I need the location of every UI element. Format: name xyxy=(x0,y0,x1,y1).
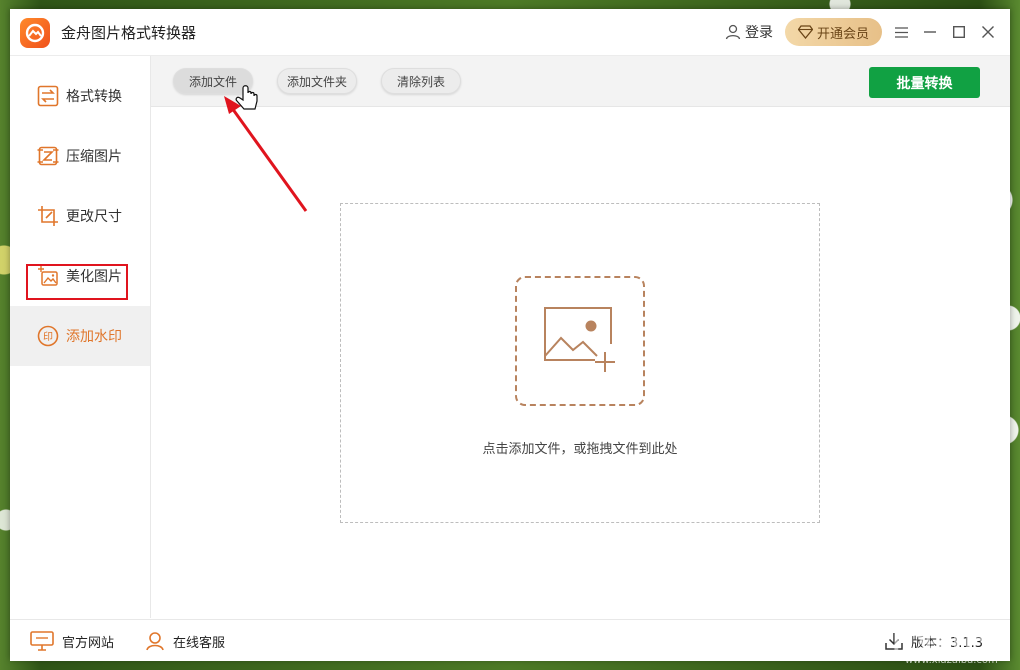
swap-arrows-icon xyxy=(37,85,59,107)
sidebar-item-beautify[interactable]: 美化图片 xyxy=(10,246,150,306)
sidebar-item-label: 美化图片 xyxy=(66,269,122,285)
add-folder-button[interactable]: 添加文件夹 xyxy=(277,68,357,94)
app-title: 金舟图片格式转换器 xyxy=(61,24,197,42)
user-icon xyxy=(725,24,741,40)
website-label: 官方网站 xyxy=(62,635,115,651)
toolbar: 添加文件 添加文件夹 清除列表 批量转换 xyxy=(151,56,1010,107)
maximize-button[interactable] xyxy=(949,22,969,42)
diamond-icon xyxy=(797,25,813,39)
sidebar-item-label: 压缩图片 xyxy=(66,149,122,165)
vip-button[interactable]: 开通会员 xyxy=(785,18,882,46)
title-bar: 金舟图片格式转换器 登录 开通会员 xyxy=(10,9,1010,56)
sidebar: 格式转换 压缩图片 更改尺寸 美化图片 印 添加水印 xyxy=(10,56,151,618)
drop-hint-text: 点击添加文件，或拖拽文件到此处 xyxy=(482,442,678,457)
minimize-icon xyxy=(924,31,936,33)
sidebar-item-compress[interactable]: 压缩图片 xyxy=(10,126,150,186)
maximize-icon xyxy=(953,26,965,38)
sidebar-item-label: 添加水印 xyxy=(66,329,122,345)
version-label: 版本：3.1.3 xyxy=(911,635,984,651)
resize-crop-icon xyxy=(38,206,58,226)
sidebar-item-format-convert[interactable]: 格式转换 xyxy=(10,66,150,126)
version-info: 版本：3.1.3 xyxy=(885,630,983,652)
support-label: 在线客服 xyxy=(173,635,226,651)
official-website-link[interactable]: 官方网站 xyxy=(30,630,114,652)
add-file-button[interactable]: 添加文件 xyxy=(173,68,253,94)
beautify-image-icon xyxy=(38,266,58,286)
sidebar-item-resize[interactable]: 更改尺寸 xyxy=(10,186,150,246)
footer: 官方网站 在线客服 版本：3.1.3 xyxy=(10,619,1010,661)
sidebar-item-watermark[interactable]: 印 添加水印 xyxy=(10,306,150,366)
minimize-button[interactable] xyxy=(920,22,940,42)
download-icon xyxy=(885,633,903,650)
watermark-stamp-icon: 印 xyxy=(37,325,59,347)
clear-list-button[interactable]: 清除列表 xyxy=(381,68,461,94)
close-icon xyxy=(982,26,994,38)
sidebar-item-label: 更改尺寸 xyxy=(66,209,122,225)
app-window: 金舟图片格式转换器 登录 开通会员 格式转换 压缩图片 更改尺寸 美化图片 印 … xyxy=(10,9,1010,661)
close-button[interactable] xyxy=(978,22,998,42)
compress-icon xyxy=(37,146,59,166)
svg-text:印: 印 xyxy=(43,331,53,343)
menu-icon xyxy=(894,26,908,38)
sidebar-item-label: 格式转换 xyxy=(66,89,122,105)
login-button[interactable]: 登录 xyxy=(725,22,773,42)
menu-button[interactable] xyxy=(891,22,911,42)
batch-convert-button[interactable]: 批量转换 xyxy=(869,67,980,98)
app-logo-icon xyxy=(20,18,50,48)
file-drop-zone[interactable]: 点击添加文件，或拖拽文件到此处 xyxy=(340,203,820,523)
vip-label: 开通会员 xyxy=(816,26,869,42)
add-image-placeholder[interactable] xyxy=(515,276,645,406)
online-support-link[interactable]: 在线客服 xyxy=(145,630,225,652)
customer-service-icon xyxy=(146,632,164,651)
add-image-icon xyxy=(544,307,615,372)
monitor-icon xyxy=(30,631,54,651)
login-label: 登录 xyxy=(745,25,773,41)
